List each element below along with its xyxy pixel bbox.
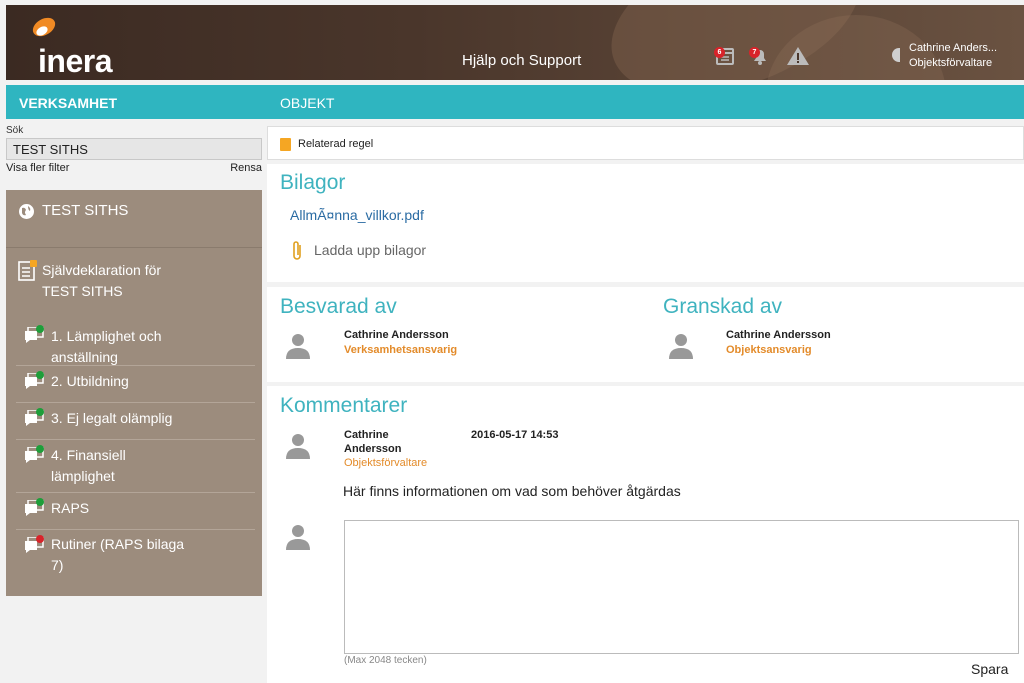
comment-text: Här finns informationen om vad som behöv… — [343, 483, 681, 499]
answered-title: Besvarad av — [280, 295, 397, 318]
top-nav-bar: VERKSAMHET OBJEKT — [6, 85, 1024, 119]
more-filters-link[interactable]: Visa fler filter — [6, 162, 69, 174]
sidebar: Sök Visa fler filter Rensa TEST SITHS Sj… — [6, 122, 262, 596]
related-rule-bar[interactable]: Relaterad regel — [267, 126, 1024, 160]
warning-icon[interactable] — [786, 45, 809, 67]
tab-objekt[interactable]: OBJEKT — [280, 95, 334, 111]
attachments-title: Bilagor — [280, 171, 346, 194]
sidebar-item-5[interactable]: RAPS — [16, 493, 255, 530]
status-dot — [36, 535, 44, 543]
checklist-icon — [18, 260, 37, 281]
tab-verksamhet[interactable]: VERKSAMHET — [19, 95, 117, 111]
logo-text: inera — [38, 43, 112, 79]
sidebar-item-6[interactable]: Rutiner (RAPS bilaga 7) — [16, 530, 255, 582]
reviewed-name: Cathrine Andersson — [726, 329, 831, 341]
save-button[interactable]: Spara — [971, 661, 1008, 677]
person-icon — [286, 525, 310, 550]
max-chars-hint: (Max 2048 tecken) — [344, 655, 427, 666]
person-icon — [286, 434, 310, 459]
comment-author-role: Objektsförvaltare — [344, 457, 428, 469]
reviewed-title: Granskad av — [663, 295, 783, 318]
clear-filter-link[interactable]: Rensa — [230, 162, 262, 174]
comment-author-line2: Andersson — [344, 443, 402, 455]
search-label: Sök — [6, 125, 24, 136]
comments-title: Kommentarer — [280, 394, 408, 417]
user-menu[interactable]: Cathrine Anders... Objektsförvaltare — [909, 41, 997, 71]
reviewed-role: Objektsansvarig — [726, 344, 812, 356]
answered-role: Verksamhetsansvarig — [344, 344, 458, 356]
sidebar-item-label-2: lämplighet — [51, 468, 115, 484]
bell-icon[interactable]: 7 — [749, 45, 771, 67]
calendar-badge: 6 — [714, 47, 725, 58]
rule-icon — [280, 138, 291, 151]
sidebar-item-label-2: 7) — [51, 557, 64, 573]
related-rule-label: Relaterad regel — [298, 138, 374, 150]
user-name: Cathrine Anders... — [909, 42, 998, 54]
status-dot — [36, 325, 44, 333]
comment-timestamp: 2016-05-17 14:53 — [471, 429, 559, 441]
status-dot — [36, 371, 44, 379]
sidebar-item-2[interactable]: 2. Utbildning — [16, 366, 255, 403]
comment-textarea[interactable] — [344, 520, 1019, 654]
sidebar-item-label: 2. Utbildning — [51, 373, 129, 389]
sidebar-item-declaration[interactable]: Självdeklaration för TEST SITHS — [6, 248, 262, 318]
bell-badge: 7 — [749, 47, 760, 58]
sidebar-item-4[interactable]: 4. Finansiell lämplighet — [16, 440, 255, 493]
sidebar-item-label: 1. Lämplighet och — [51, 328, 162, 344]
sidebar-item-org[interactable]: TEST SITHS — [6, 190, 262, 248]
sidebar-item-label: 4. Finansiell — [51, 447, 126, 463]
sidebar-item-1[interactable]: 1. Lämplighet och anställning — [16, 318, 255, 366]
sidebar-item-label: Rutiner (RAPS bilaga — [51, 536, 185, 552]
status-dot — [36, 408, 44, 416]
person-icon — [669, 334, 693, 359]
sidebar-item-label: RAPS — [51, 500, 90, 516]
answered-name: Cathrine Andersson — [344, 329, 449, 341]
attachments-panel: Bilagor AllmÃ¤nna_villkor.pdf Ladda upp … — [267, 164, 1024, 282]
declaration-label-line1: Självdeklaration för — [42, 262, 162, 278]
help-support-link[interactable]: Hjälp och Support — [462, 52, 581, 69]
globe-icon — [19, 204, 34, 219]
user-avatar[interactable] — [892, 48, 900, 62]
status-dot — [36, 445, 44, 453]
upload-attachment-button[interactable]: Ladda upp bilagor — [314, 242, 426, 258]
sidebar-nav: TEST SITHS Självdeklaration för TEST SIT… — [6, 190, 262, 596]
sidebar-item-3[interactable]: 3. Ej legalt olämplig — [16, 403, 255, 440]
declaration-label-line2: TEST SITHS — [42, 283, 123, 299]
sidebar-item-label: 3. Ej legalt olämplig — [51, 410, 173, 426]
user-role: Objektsförvaltare — [909, 57, 993, 69]
calendar-icon[interactable]: 6 — [714, 45, 736, 67]
search-input[interactable] — [6, 138, 262, 160]
app-header: inera Hjälp och Support 6 7 Cathrine And… — [6, 5, 1024, 80]
comment-author-line1: Cathrine — [344, 429, 389, 441]
answered-reviewed-panel: Besvarad av Cathrine Andersson Verksamhe… — [267, 287, 1024, 382]
paperclip-icon — [293, 241, 301, 260]
sidebar-org-label: TEST SITHS — [42, 202, 129, 219]
person-icon — [286, 334, 310, 359]
attachment-file-link[interactable]: AllmÃ¤nna_villkor.pdf — [290, 207, 424, 223]
sidebar-item-label-2: anställning — [51, 349, 118, 365]
inera-logo[interactable]: inera — [30, 15, 130, 79]
status-dot — [36, 498, 44, 506]
